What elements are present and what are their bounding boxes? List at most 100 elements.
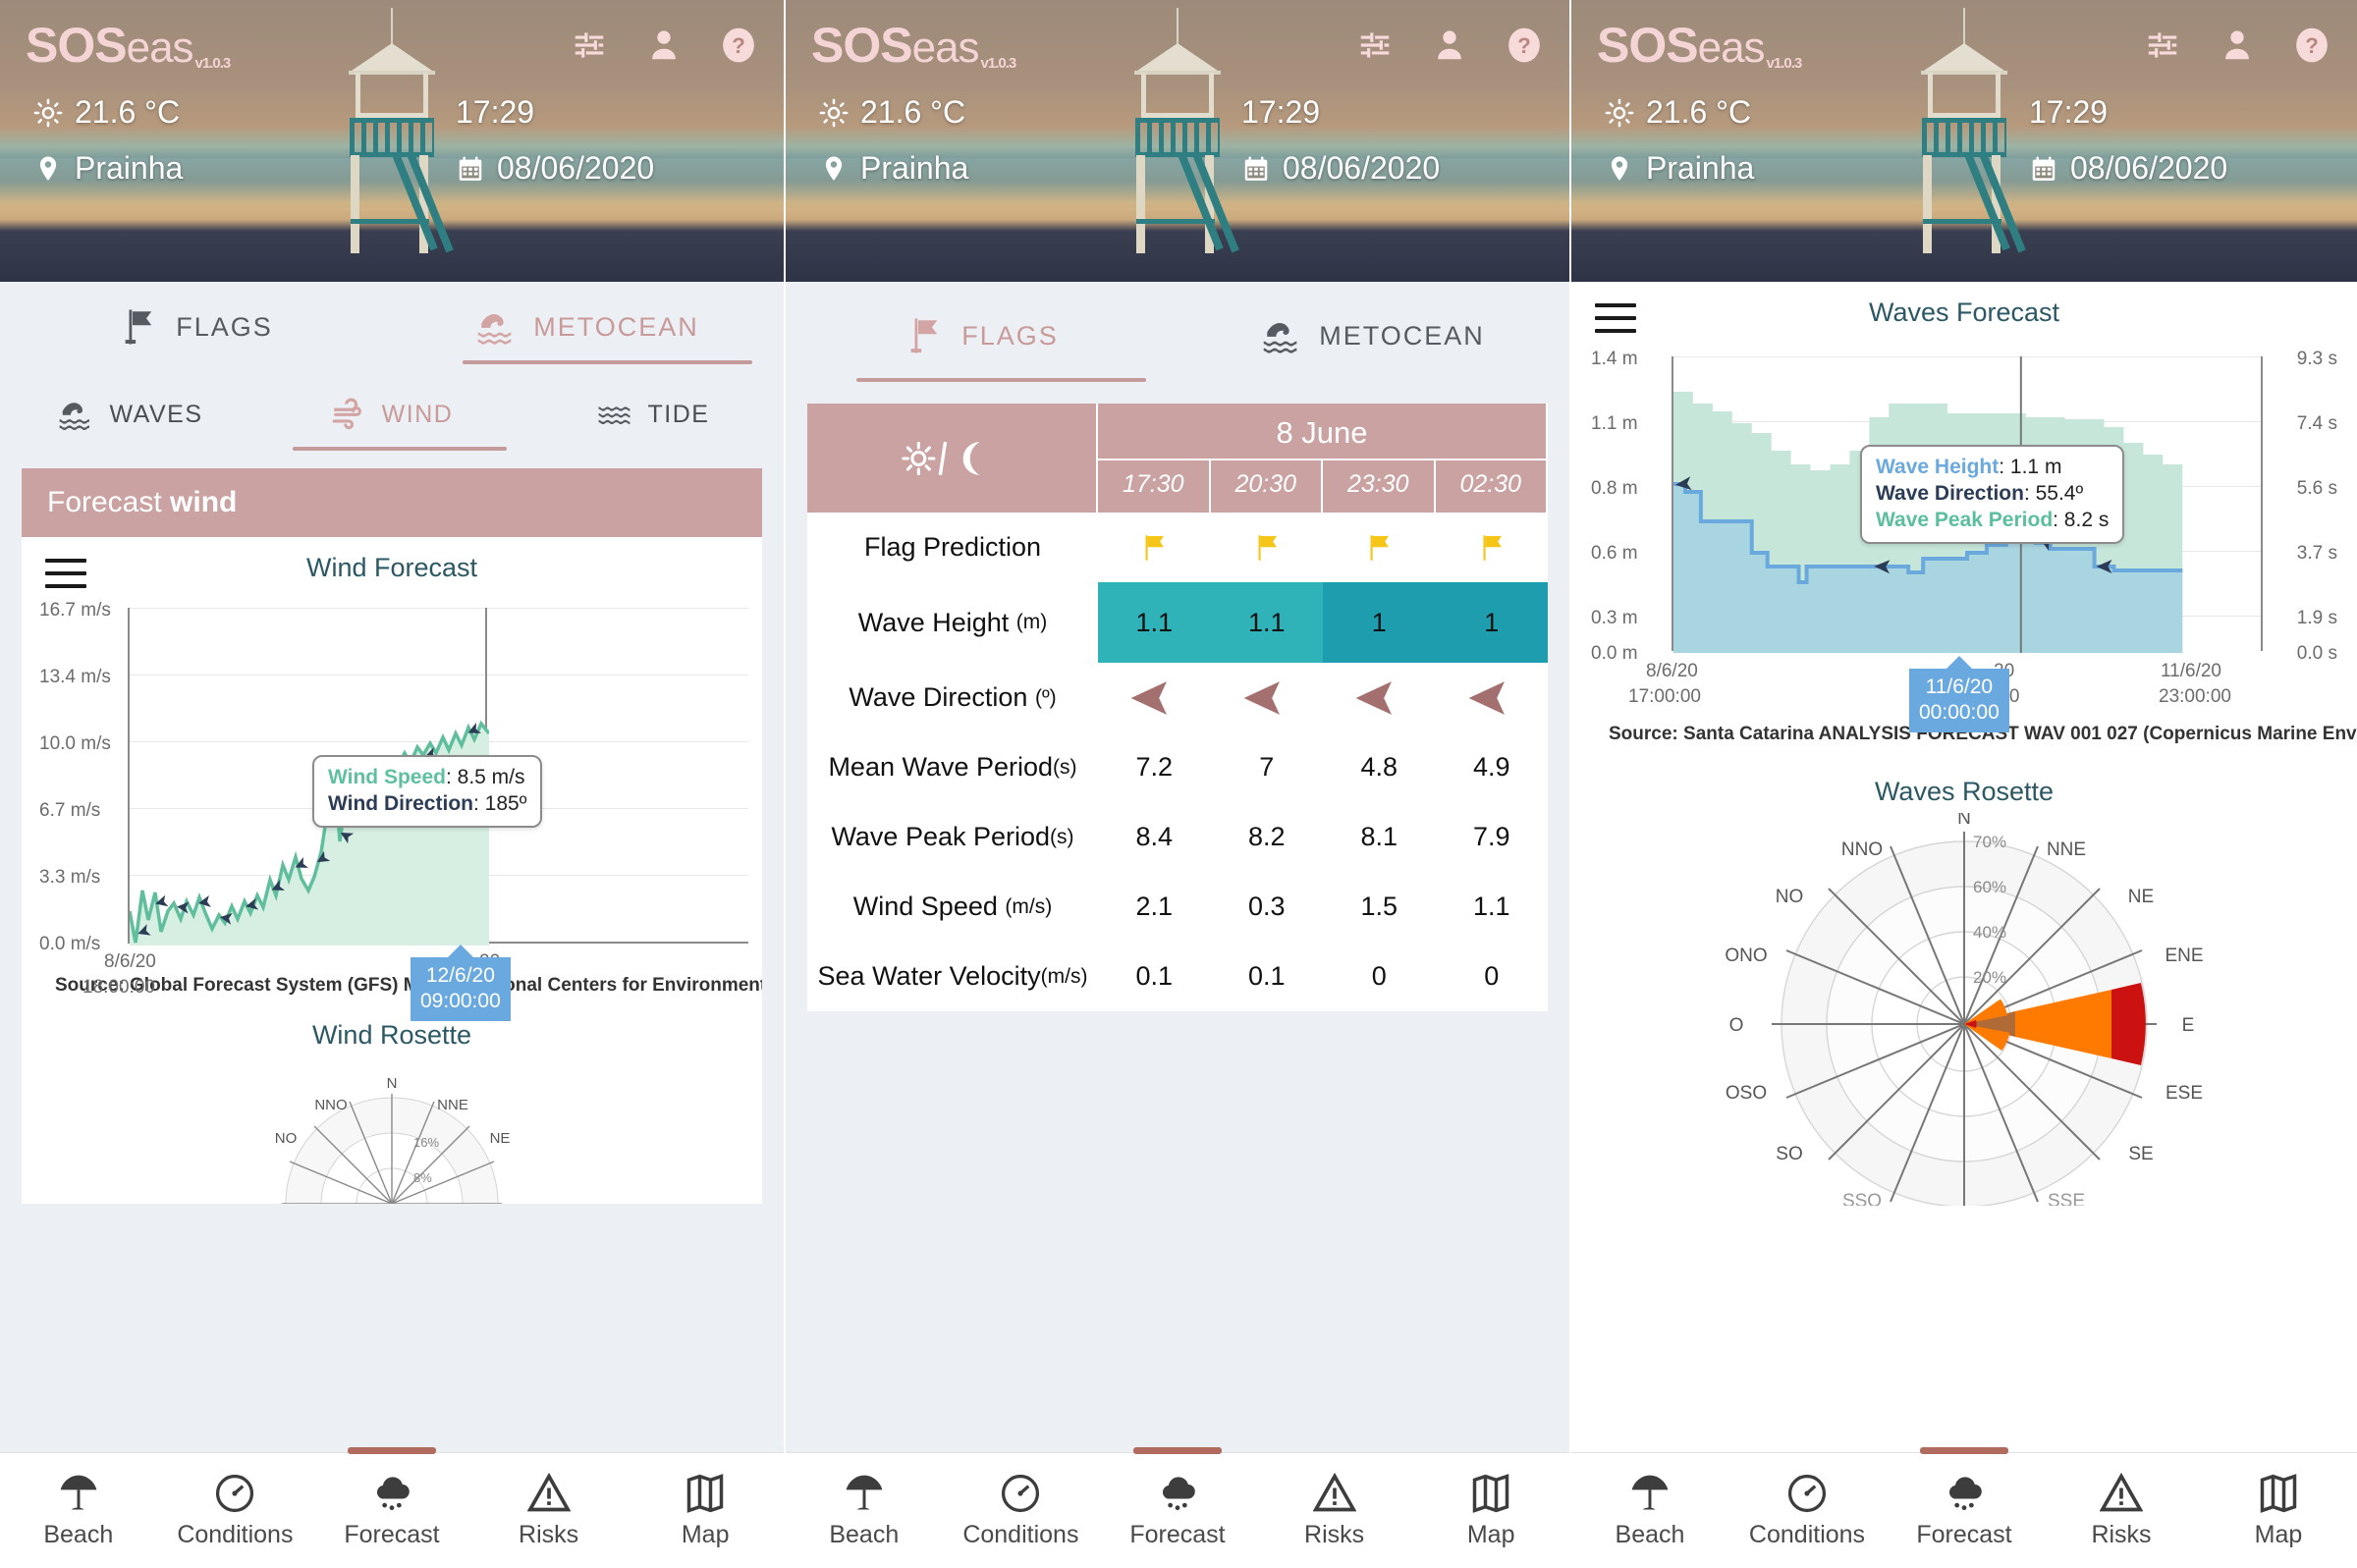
svg-text:NO: NO <box>1776 887 1804 907</box>
waves-badge-time: 00:00:00 <box>1919 701 2000 725</box>
wind-ytick-0: 0.0 m/s <box>39 934 101 954</box>
waves-chart-title: Waves Forecast <box>1868 297 2060 327</box>
location-value-3: Prainha <box>1646 150 1755 186</box>
row-label-flag-prediction: Flag Prediction <box>863 532 1042 562</box>
location-display-3: Prainha <box>1605 150 1754 187</box>
hero-toolbar: SOSeas v1.0.3 ? <box>0 0 784 90</box>
nav-risks[interactable]: Risks <box>1256 1453 1413 1568</box>
nav-conditions[interactable]: Conditions <box>1728 1453 1886 1568</box>
waves-chart-date-badge: 11/6/20 00:00:00 <box>1909 669 2009 732</box>
user-icon[interactable] <box>2218 26 2257 65</box>
help-icon[interactable]: ? <box>2292 26 2331 65</box>
wind-chart-container: Wind Forecast 16.7 m/s 13.4 m/s 10.0 m/s… <box>22 537 762 1204</box>
tab-active-underline <box>462 360 753 364</box>
nav-risks[interactable]: Risks <box>2043 1453 2200 1568</box>
waves-forecast-plot: 1.4 m 1.1 m 0.8 m 0.6 m 0.3 m 0.0 m 9.3 … <box>1571 349 2357 732</box>
logo-eas-3: eas <box>1697 24 1766 72</box>
waves-chart-tooltip: Wave Height: 1.1 m Wave Direction: 55.4º… <box>1860 445 2125 544</box>
svg-text:40%: 40% <box>1973 923 2006 942</box>
cell-mean-wave-period-0: 7.2 <box>1135 752 1174 782</box>
user-icon[interactable] <box>1430 26 1469 65</box>
nav-conditions-label: Conditions <box>177 1521 294 1548</box>
row-label-unit: (s) <box>1050 825 1074 848</box>
nav-risks[interactable]: Risks <box>470 1453 628 1568</box>
subtab-tide[interactable]: TIDE <box>522 372 784 457</box>
subtab-waves-label: WAVES <box>109 400 203 428</box>
cell-sea-water-velocity-0: 0.1 <box>1135 961 1174 991</box>
nav-beach[interactable]: Beach <box>1571 1453 1728 1568</box>
cell-wave-peak-period-1: 8.2 <box>1247 822 1286 851</box>
settings-sliders-icon[interactable] <box>2143 26 2182 65</box>
nav-forecast[interactable]: Forecast <box>313 1447 470 1568</box>
settings-sliders-icon[interactable] <box>570 26 609 65</box>
table-row: Wave Peak Period (s) 8.4 8.2 8.1 7.9 <box>807 802 1548 872</box>
nav-conditions[interactable]: Conditions <box>157 1453 314 1568</box>
nav-map-label: Map <box>1466 1521 1515 1548</box>
nav-beach[interactable]: Beach <box>786 1453 943 1568</box>
nav-forecast[interactable]: Forecast <box>1099 1447 1256 1568</box>
date-value-3: 08/06/2020 <box>2070 150 2228 186</box>
subtab-tide-label: TIDE <box>647 400 710 428</box>
waves-ytick-left-4: 1.1 m <box>1591 413 1638 434</box>
tab-metocean-label-2: METOCEAN <box>1319 320 1485 351</box>
svg-text:N: N <box>1957 813 1971 829</box>
nav-beach[interactable]: Beach <box>0 1453 157 1568</box>
flag-icon <box>910 318 938 353</box>
logo-version-2: v1.0.3 <box>980 55 1017 72</box>
subtab-wind[interactable]: WIND <box>261 372 522 457</box>
tab-active-underline-2 <box>855 378 1147 382</box>
svg-text:NNO: NNO <box>1841 839 1883 860</box>
nav-forecast[interactable]: Forecast <box>1886 1447 2043 1568</box>
bottom-nav-panel1: Beach Conditions Forecast Risks Map <box>0 1447 784 1568</box>
tab-flags[interactable]: FLAGS <box>0 282 392 372</box>
rain-cloud-icon <box>376 1477 410 1511</box>
help-icon[interactable]: ? <box>1505 26 1544 65</box>
wind-forecast-card: Forecast wind Wind Forecast 16.7 m/s 13.… <box>22 468 762 1204</box>
hero-toolbar-3: SOSeas v1.0.3 ? <box>1571 0 2357 90</box>
table-row: Wave Height (m) 1.1 1.1 1 1 <box>807 582 1548 663</box>
tooltip-key-wave-height: Wave Height <box>1876 456 2000 478</box>
waves-xtick-end-line2: 23:00:00 <box>2159 686 2231 707</box>
nav-map[interactable]: Map <box>627 1453 784 1568</box>
nav-map[interactable]: Map <box>1412 1453 1569 1568</box>
nav-map[interactable]: Map <box>2200 1453 2357 1568</box>
nav-conditions[interactable]: Conditions <box>943 1453 1100 1568</box>
waves-rosette-title: Waves Rosette <box>1874 777 2055 806</box>
time-value: 17:29 <box>456 94 535 130</box>
row-values-mean-wave-period: 7.2 7 4.8 4.9 <box>1098 732 1548 802</box>
svg-text:?: ? <box>1517 33 1531 58</box>
calendar-icon <box>1244 156 1268 181</box>
hero-info-3: 21.6 °C 17:29 Prainha 08/06/2020 <box>1571 94 2357 206</box>
logo-eas: eas <box>126 24 194 72</box>
svg-text:70%: 70% <box>1973 833 2006 851</box>
hero-header: SOSeas v1.0.3 ? 21.6 °C 17:29 Prainha 08… <box>0 0 784 282</box>
cell-wave-peak-period-2: 8.1 <box>1360 822 1398 851</box>
settings-sliders-icon[interactable] <box>1355 26 1395 65</box>
user-icon[interactable] <box>644 26 684 65</box>
tooltip-value-wave-peak-period: : 8.2 s <box>2053 508 2110 531</box>
waves-ytick-left-5: 1.4 m <box>1591 349 1638 369</box>
tab-flags-active[interactable]: FLAGS <box>786 282 1178 390</box>
cell-wave-height-3: 1 <box>1435 582 1548 663</box>
nav-conditions-label: Conditions <box>1748 1521 1866 1548</box>
hero-icon-group-3: ? <box>2143 26 2331 65</box>
tab-metocean[interactable]: METOCEAN <box>392 282 784 372</box>
main-tabs-panel2: FLAGS METOCEAN <box>786 282 1569 390</box>
help-icon[interactable]: ? <box>719 26 758 65</box>
app-logo-2: SOSeas v1.0.3 <box>811 21 1017 72</box>
tab-metocean-2[interactable]: METOCEAN <box>1178 282 1569 390</box>
row-label-text: Sea Water Velocity <box>817 961 1041 991</box>
row-values-wind-speed: 2.1 0.3 1.5 1.1 <box>1098 872 1548 942</box>
waves-ytick-left-0: 0.0 m <box>1591 643 1638 664</box>
flags-forecast-table: 8 June 17:30 20:30 23:30 02:30 Flag Pred… <box>807 404 1548 1011</box>
nav-active-indicator <box>1920 1447 2008 1454</box>
subtab-waves[interactable]: WAVES <box>0 372 261 457</box>
date-display: 08/06/2020 <box>456 150 750 187</box>
wind-badge-date: 12/6/20 <box>425 964 495 987</box>
waves-ytick-right-2: 3.7 s <box>2296 543 2337 564</box>
row-label-unit: (m/s) <box>1005 894 1053 918</box>
svg-text:ENE: ENE <box>2165 946 2203 966</box>
beach-umbrella-icon <box>846 1475 883 1510</box>
nav-map-label: Map <box>2254 1521 2303 1548</box>
row-label-mean-wave-period: Mean Wave Period (s) <box>807 732 1098 802</box>
